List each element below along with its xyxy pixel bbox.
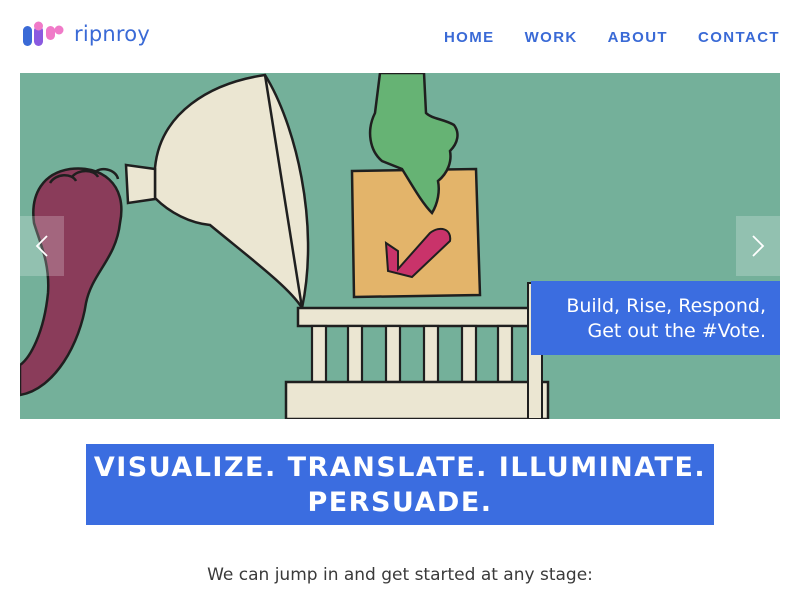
chevron-right-icon xyxy=(752,235,765,257)
slider-next-button[interactable] xyxy=(736,216,780,276)
nav-item-home[interactable]: HOME xyxy=(444,29,495,46)
hero-slider: Build, Rise, Respond, Get out the #Vote. xyxy=(20,73,780,419)
slider-prev-button[interactable] xyxy=(20,216,64,276)
tagline-line-2: PERSUADE. xyxy=(307,487,493,518)
intro-text: We can jump in and get started at any st… xyxy=(207,565,593,585)
tagline-line-1: VISUALIZE. TRANSLATE. ILLUMINATE. xyxy=(93,452,707,483)
chevron-left-icon xyxy=(35,235,48,257)
caption-line-1: Build, Rise, Respond, xyxy=(566,295,766,317)
site-header: ripnroy HOME WORK ABOUT CONTACT xyxy=(0,0,800,72)
nav-item-about[interactable]: ABOUT xyxy=(608,29,668,46)
brand-name: ripnroy xyxy=(74,22,150,46)
nav-item-work[interactable]: WORK xyxy=(525,29,578,46)
logo[interactable]: ripnroy xyxy=(22,20,150,48)
slide-caption: Build, Rise, Respond, Get out the #Vote. xyxy=(531,281,780,355)
caption-line-2: Get out the #Vote. xyxy=(587,320,766,342)
main-nav: HOME WORK ABOUT CONTACT xyxy=(414,29,780,46)
tagline-banner: VISUALIZE. TRANSLATE. ILLUMINATE. PERSUA… xyxy=(86,444,714,525)
nav-item-contact[interactable]: CONTACT xyxy=(698,29,780,46)
hero-illustration xyxy=(20,73,780,419)
logo-mark-icon xyxy=(23,21,64,46)
